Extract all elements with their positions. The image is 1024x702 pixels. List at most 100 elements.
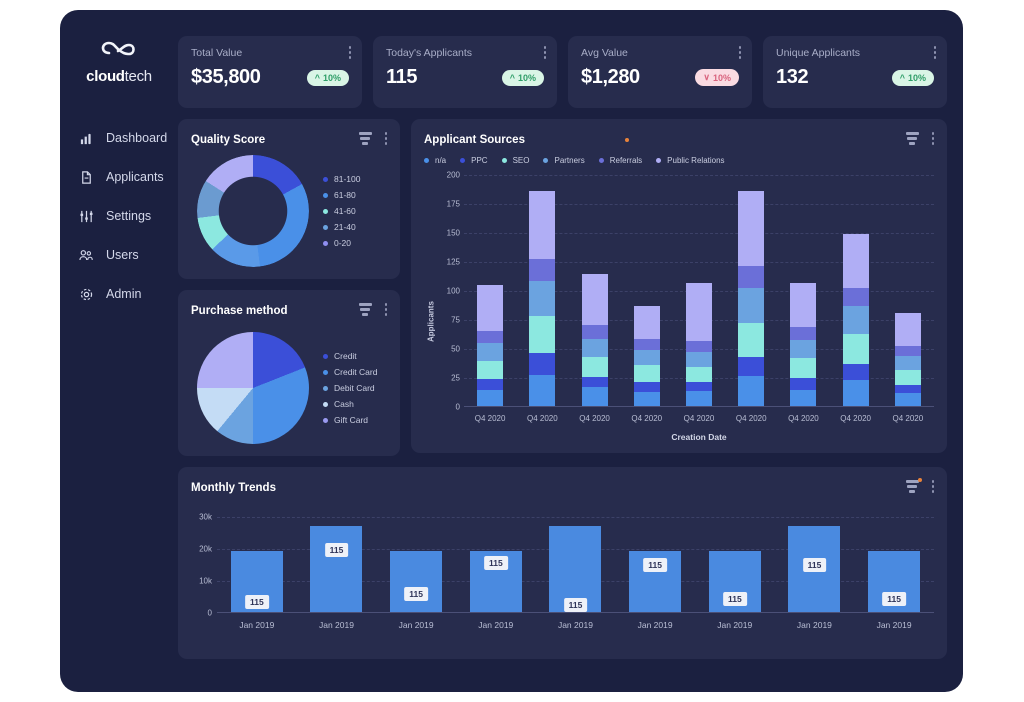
y-tick-label: 25 [451,373,460,383]
x-axis-title: Creation Date [671,432,727,442]
applicant-sources-legend: n/a PPC SEO Partners Referrals Public Relatio… [424,156,934,165]
bar-segment [842,364,869,381]
stat-card-avg-value[interactable]: Avg Value $1,280 ∨ 10% [568,36,752,108]
legend-color-dot [323,369,328,375]
sidebar-item-label: Dashboard [106,131,168,145]
plot-grid [464,175,934,407]
stat-card-todays-applicants[interactable]: Today's Applicants 115 ^ 10% [373,36,557,108]
quality-score-panel: Quality Score 81-100 61-80 41-60 21-40 0-20 [178,119,400,279]
sidebar-item-applicants[interactable]: Applicants [60,158,178,196]
y-tick-label: 0 [455,402,460,412]
purchase-method-pie-chart [197,332,309,444]
legend-label: 21-40 [334,222,356,232]
filter-icon[interactable] [905,478,922,495]
monthly-trends-plot: 0 10k 20k 30k 115 115 115 115 115 115 115 115 115 J… [191,513,934,647]
stat-value: $1,280 [581,66,640,88]
bar-segment [685,366,712,382]
bar-segment [685,381,712,391]
bar-segment [529,374,556,406]
legend-item: 21-40 [323,222,360,232]
bar-segment [894,313,921,346]
filter-icon[interactable] [358,303,372,318]
bar-segment [529,352,556,375]
bar-segment [633,306,660,339]
bar-segment [790,327,817,340]
x-tick-label: Q4 2020 [840,414,871,423]
y-tick-label: 75 [451,315,460,325]
legend-color-dot [323,417,328,423]
notification-dot-icon [917,478,922,482]
kebab-menu-icon[interactable] [931,132,934,147]
stat-card-unique-applicants[interactable]: Unique Applicants 132 ^ 10% [763,36,947,108]
data-point-label: 115 [324,543,349,558]
panel-title: Monthly Trends [191,481,276,494]
kebab-menu-icon[interactable] [384,303,387,318]
stacked-bars [464,175,934,406]
bar-segment [738,191,765,266]
legend-color-dot [598,158,604,163]
kebab-menu-icon[interactable] [543,46,546,61]
main-content: Total Value $35,800 ^ 10% Today's Applica… [178,10,963,692]
bar-column[interactable] [529,191,556,406]
bar-segment [581,324,608,339]
bar-column[interactable] [685,283,712,406]
legend-item: Gift Card [323,415,377,425]
y-axis-ticks: 0 10k 20k 30k [191,513,217,618]
bar-segment [633,338,660,351]
kebab-menu-icon[interactable] [931,480,934,495]
data-point-label: 115 [722,591,747,606]
bar-segment [581,387,608,406]
kebab-menu-icon[interactable] [348,46,351,61]
bar-segment [685,351,712,367]
bar-column[interactable] [738,191,765,406]
stat-label: Today's Applicants [386,47,473,59]
kebab-menu-icon[interactable] [384,132,387,147]
sidebar-item-users[interactable]: Users [60,236,178,274]
bar-column[interactable] [842,234,869,406]
bar-column[interactable] [633,306,660,406]
legend-label: PPC [471,156,488,165]
stats-row: Total Value $35,800 ^ 10% Today's Applica… [178,36,947,108]
filter-icon[interactable] [358,132,372,147]
x-tick-label: Q4 2020 [788,414,819,423]
legend-item: Credit Card [323,367,377,377]
bar-segment [738,357,765,376]
sidebar-item-dashboard[interactable]: Dashboard [60,119,178,157]
bar-segment [894,385,921,394]
x-tick-label: Q4 2020 [892,414,924,423]
bar-segment [842,380,869,406]
filter-icon[interactable] [905,132,919,147]
legend-label: 61-80 [334,190,356,200]
bar-column[interactable] [790,283,817,406]
stat-value: $35,800 [191,66,261,88]
legend-color-dot [323,208,328,214]
x-tick-label: Q4 2020 [735,414,767,423]
stat-card-total-value[interactable]: Total Value $35,800 ^ 10% [178,36,362,108]
bar-segment [529,315,556,353]
bar-segment [738,287,765,323]
stat-label: Total Value [191,47,243,59]
legend-item: Debit Card [323,383,377,393]
legend-color-dot [323,192,328,198]
bar-segment [581,273,608,325]
kebab-menu-icon[interactable] [933,46,936,61]
brand-logo[interactable]: cloudtech [60,34,178,85]
y-axis-ticks: 0 25 50 75 100 125 150 175 200 [438,171,464,412]
sidebar-item-admin[interactable]: Admin [60,275,178,313]
y-tick-label: 125 [446,257,460,267]
bar-segment [685,283,712,342]
data-point-label: 115 [483,556,508,571]
y-tick-label: 100 [446,286,460,296]
bar-column[interactable] [894,313,921,406]
monthly-trends-panel: Monthly Trends 0 10k 20k 30k 115 115 115 115 11… [178,467,947,659]
panel-title: Applicant Sources [424,133,525,146]
bar-segment [477,379,504,390]
sidebar-item-settings[interactable]: Settings [60,197,178,235]
purchase-method-panel: Purchase method Credit Credit Card Debit C… [178,290,400,456]
bar-column[interactable] [477,285,504,406]
bar-column[interactable] [581,273,608,406]
purchase-method-legend: Credit Credit Card Debit Card Cash Gift Card [323,351,377,425]
right-column: Applicant Sources n/a PPC SEO Partners Refer… [411,119,947,456]
kebab-menu-icon[interactable] [738,46,741,61]
badge-delta: 10% [322,72,341,83]
